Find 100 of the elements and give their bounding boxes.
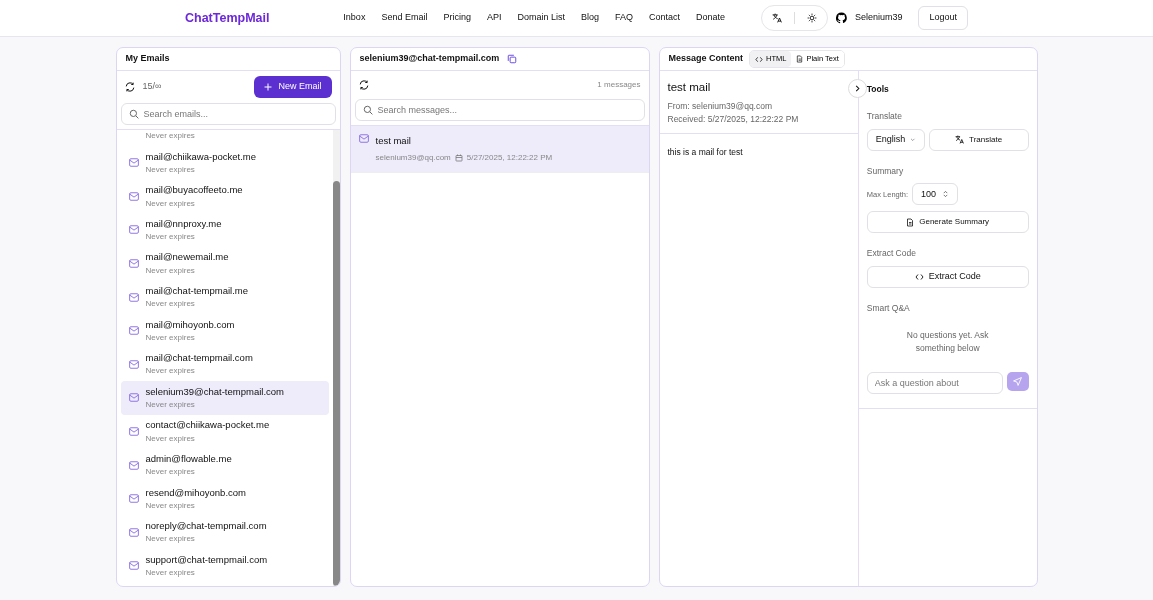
- email-item[interactable]: contact@chiikawa-pocket.me Never expires: [120, 414, 329, 449]
- email-item[interactable]: mail@mihoyonb.com Never expires: [120, 313, 329, 348]
- refresh-icon[interactable]: [124, 82, 135, 92]
- envelope-icon: [128, 561, 139, 571]
- envelope-icon: [128, 326, 139, 336]
- nav-link[interactable]: Domain List: [517, 11, 565, 25]
- expiry-text: Never expires: [145, 499, 196, 512]
- expiry-text: Never expires: [145, 298, 196, 311]
- new-email-button[interactable]: New Email: [254, 76, 332, 98]
- email-item[interactable]: mail@chiikawa-pocket.me Never expires: [120, 146, 329, 180]
- logout-button[interactable]: Logout: [918, 6, 968, 30]
- email-address: mail@buyacoffeeto.me: [145, 183, 243, 198]
- message-date: 5/27/2025, 12:22:22 PM: [466, 152, 553, 165]
- code-icon: [914, 273, 924, 281]
- envelope-icon: [128, 158, 139, 168]
- expiry-text: Never expires: [145, 432, 196, 445]
- brand-logo[interactable]: ChatTempMail: [185, 8, 270, 28]
- expiry-text: Never expires: [145, 567, 196, 580]
- expiry-text: Never expires: [145, 231, 196, 244]
- extract-code-button[interactable]: Extract Code: [866, 266, 1029, 288]
- email-item[interactable]: selenium39@chat-tempmail.com Never expires: [120, 381, 329, 415]
- panel-title: My Emails: [116, 48, 340, 71]
- expiry-text: Never expires: [145, 264, 196, 277]
- expiry-text: Never expires: [145, 466, 196, 479]
- expiry-text: Never expires: [145, 331, 196, 344]
- expand-button[interactable]: [847, 79, 867, 98]
- email-address: support@chat-tempmail.com: [145, 552, 268, 567]
- email-item[interactable]: mail@buyacoffeeto.me Never expires: [120, 179, 329, 214]
- translate-icon: [955, 135, 965, 144]
- copy-icon[interactable]: [507, 54, 518, 64]
- expiry-text: Never expires: [145, 365, 196, 378]
- email-item[interactable]: Never expires: [120, 130, 329, 146]
- email-item[interactable]: mail@chat-tempmail.me Never expires: [120, 280, 329, 314]
- cat-icon[interactable]: [835, 12, 847, 24]
- stepper-icon: [942, 190, 950, 199]
- email-count: 15/∞: [142, 80, 162, 94]
- envelope-icon: [128, 191, 139, 201]
- document-icon: [796, 55, 804, 63]
- email-address: mail@chat-tempmail.me: [145, 284, 249, 299]
- message-item[interactable]: test mail selenium39@qq.com 5/27/2025, 12:22:22 PM: [350, 126, 649, 174]
- expiry-text: Never expires: [145, 130, 195, 142]
- translate-icon[interactable]: [771, 13, 782, 23]
- sun-icon[interactable]: [806, 13, 817, 23]
- nav-link[interactable]: Contact: [649, 11, 681, 25]
- chevron-right-icon: [853, 85, 861, 92]
- message-subject: test mail: [375, 134, 412, 148]
- expiry-text: Never expires: [145, 399, 196, 412]
- plus-icon: [264, 83, 273, 91]
- sender: From: selenium39@qq.com: [667, 100, 773, 113]
- email-item[interactable]: support@chat-tempmail.com Never expires: [120, 549, 329, 583]
- envelope-icon: [128, 359, 139, 369]
- envelope-icon: [128, 527, 139, 537]
- envelope-icon: [128, 393, 139, 403]
- document-icon: [906, 217, 915, 227]
- language-select[interactable]: English: [866, 128, 925, 151]
- email-item[interactable]: noreply@chat-tempmail.com Never expires: [120, 515, 329, 550]
- refresh-icon[interactable]: [358, 80, 369, 90]
- translate-button[interactable]: Translate: [928, 128, 1029, 151]
- message-count: 1 messages: [597, 79, 641, 91]
- email-address: mail@chiikawa-pocket.me: [145, 149, 256, 164]
- section-label: Summary: [866, 164, 905, 178]
- nav-link[interactable]: Send Email: [381, 11, 428, 25]
- expiry-text: Never expires: [145, 533, 196, 546]
- nav-link[interactable]: FAQ: [615, 11, 633, 25]
- username[interactable]: Selenium39: [854, 11, 903, 25]
- search-field[interactable]: Search emails...: [120, 103, 336, 125]
- nav-link[interactable]: Blog: [581, 11, 599, 25]
- sender: selenium39@qq.com: [375, 152, 451, 165]
- section-label: Translate: [866, 109, 903, 123]
- email-address: selenium39@chat-tempmail.com: [145, 384, 284, 399]
- email-address: contact@chiikawa-pocket.me: [145, 418, 270, 433]
- panel-title: selenium39@chat-tempmail.com: [359, 52, 500, 66]
- scrollbar[interactable]: [332, 130, 340, 586]
- nav-link[interactable]: Inbox: [343, 11, 366, 25]
- question-field[interactable]: Ask a question about: [866, 372, 1003, 395]
- generate-summary-button[interactable]: Generate Summary: [866, 211, 1029, 234]
- nav-link[interactable]: Pricing: [443, 11, 471, 25]
- panel-title: Message Content: [668, 52, 743, 66]
- email-item[interactable]: mail@nnproxy.me Never expires: [120, 213, 329, 247]
- email-address: noreply@chat-tempmail.com: [145, 519, 267, 534]
- send-icon: [1013, 377, 1022, 387]
- envelope-icon: [128, 292, 139, 302]
- envelope-icon: [358, 134, 369, 143]
- email-item[interactable]: mail@newemail.me Never expires: [120, 246, 329, 281]
- search-field[interactable]: Search messages...: [354, 99, 645, 121]
- email-item[interactable]: mail@chat-tempmail.com Never expires: [120, 347, 329, 382]
- email-address: mail@mihoyonb.com: [145, 317, 235, 332]
- nav-link[interactable]: Donate: [696, 11, 726, 25]
- nav-link[interactable]: API: [486, 11, 502, 25]
- envelope-icon: [128, 494, 139, 504]
- message-subject: test mail: [667, 80, 712, 95]
- email-address: mail@newemail.me: [145, 250, 229, 265]
- received-date: Received: 5/27/2025, 12:22:22 PM: [667, 112, 799, 125]
- max-length-field[interactable]: 100: [912, 183, 959, 206]
- email-item[interactable]: admin@flowable.me Never expires: [120, 448, 329, 482]
- expiry-text: Never expires: [145, 163, 196, 176]
- email-address: mail@chat-tempmail.com: [145, 351, 253, 366]
- email-item[interactable]: resend@mihoyonb.com Never expires: [120, 481, 329, 516]
- message-body: this is a mail for test: [666, 145, 744, 159]
- search-icon: [128, 109, 139, 119]
